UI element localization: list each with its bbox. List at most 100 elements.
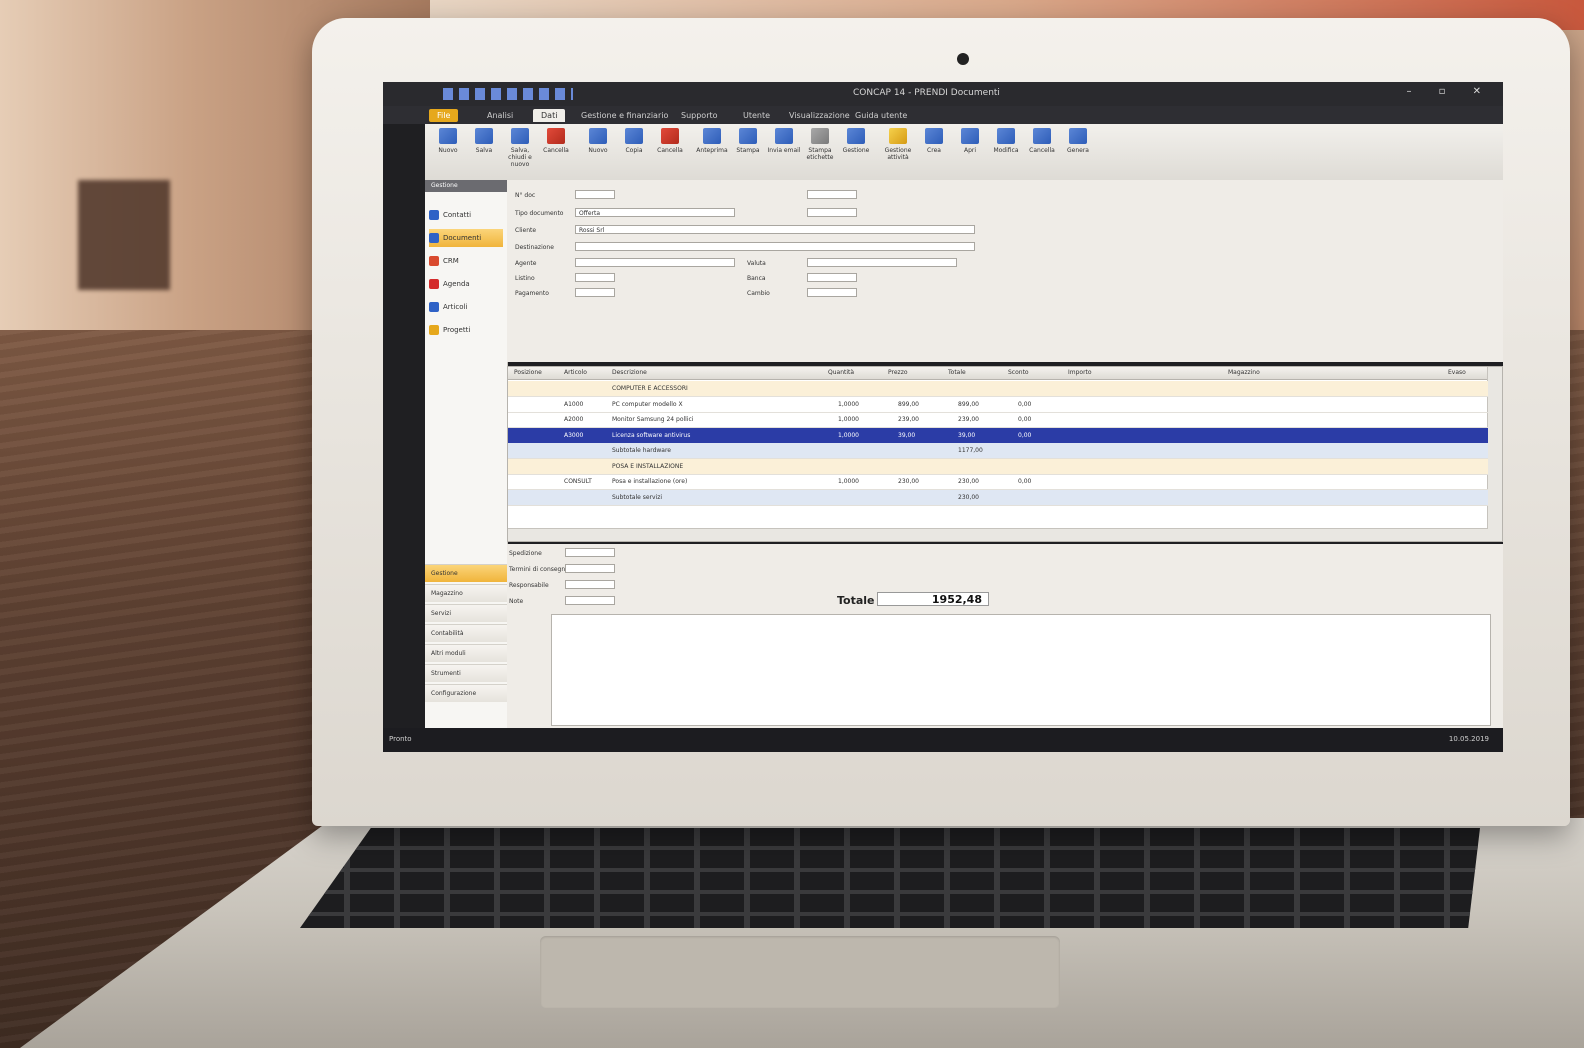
column-header[interactable]: Totale [948, 369, 966, 376]
ribbon-button-salva[interactable]: Salva [467, 128, 501, 154]
ribbon-button-copia[interactable]: Copia [617, 128, 651, 154]
tab-dati[interactable]: Dati [533, 109, 566, 122]
ribbon-button-anteprima[interactable]: Anteprima [695, 128, 729, 154]
form-field[interactable] [575, 190, 615, 199]
ribbon-button-modifica[interactable]: Modifica [989, 128, 1023, 154]
nav-section-gestione[interactable]: Gestione [425, 564, 507, 582]
column-header[interactable]: Evaso [1448, 369, 1466, 376]
column-header[interactable]: Articolo [564, 369, 587, 376]
tab-guida-utente[interactable]: Guida utente [847, 109, 915, 122]
form-field[interactable] [807, 288, 857, 297]
preview-icon [703, 128, 721, 144]
nav-item-crm[interactable]: CRM [429, 252, 503, 270]
ribbon-button-stampa[interactable]: Stampa [731, 128, 765, 154]
nav-item-articoli[interactable]: Articoli [429, 298, 503, 316]
ribbon-button-apri[interactable]: Apri [953, 128, 987, 154]
quick-access-toolbar[interactable] [443, 88, 573, 100]
tab-utente[interactable]: Utente [735, 109, 778, 122]
print-icon [739, 128, 757, 144]
form-field[interactable] [807, 208, 857, 217]
form-field[interactable]: Rossi Srl [575, 225, 975, 234]
nav-item-contatti[interactable]: Contatti [429, 206, 503, 224]
tab-file[interactable]: File [429, 109, 459, 122]
form-label: Valuta [747, 260, 766, 267]
form-field[interactable] [807, 273, 857, 282]
grid-horizontal-scrollbar[interactable] [508, 528, 1488, 541]
ribbon-button-stampa-etichette[interactable]: Stampa etichette [803, 128, 837, 161]
table-cell: 230,00 [958, 493, 979, 501]
nav-section-servizi[interactable]: Servizi [425, 604, 507, 622]
form-field[interactable] [575, 288, 615, 297]
nav-section-magazzino[interactable]: Magazzino [425, 584, 507, 602]
table-row[interactable]: A1000 PC computer modello X 1,0000 899,00 89… [508, 397, 1488, 413]
table-cell: A3000 [564, 431, 584, 439]
ribbon-button-invia-email[interactable]: Invia email [767, 128, 801, 154]
ribbon-button-cancella[interactable]: Cancella [1025, 128, 1059, 154]
save-icon [475, 128, 493, 144]
column-header[interactable]: Posizione [514, 369, 542, 376]
form-label: Pagamento [515, 290, 549, 297]
form-field[interactable] [575, 273, 615, 282]
ribbon-button-genera[interactable]: Genera [1061, 128, 1095, 154]
column-header[interactable]: Importo [1068, 369, 1092, 376]
column-header[interactable]: Magazzino [1228, 369, 1260, 376]
table-row[interactable]: Subtotale servizi 230,00 [508, 489, 1488, 506]
footer-field[interactable] [565, 564, 615, 573]
table-row[interactable]: A2000 Monitor Samsung 24 pollici 1,0000 239… [508, 412, 1488, 428]
nav-item-agenda[interactable]: Agenda [429, 275, 503, 293]
footer-field[interactable] [565, 580, 615, 589]
ribbon-button-label: Anteprima [696, 147, 728, 154]
notes-editor[interactable] [551, 614, 1491, 726]
window-controls[interactable]: – ▫ ✕ [1406, 86, 1493, 97]
nav-section-altri-moduli[interactable]: Altri moduli [425, 644, 507, 662]
ribbon-button-crea[interactable]: Crea [917, 128, 951, 154]
new-row-icon [589, 128, 607, 144]
background-object [78, 180, 170, 290]
table-cell: 1,0000 [838, 478, 859, 485]
ribbon-button-cancella[interactable]: Cancella [653, 128, 687, 154]
ribbon-button-gestione[interactable]: Gestione [839, 128, 873, 154]
form-field[interactable]: Offerta [575, 208, 735, 217]
grid-vertical-scrollbar[interactable] [1487, 367, 1502, 541]
form-field[interactable] [807, 258, 957, 267]
column-header[interactable]: Sconto [1008, 369, 1029, 376]
tab-analisi[interactable]: Analisi [479, 109, 521, 122]
table-row[interactable]: Subtotale hardware 1177,00 [508, 443, 1488, 459]
ribbon-button-gestione-attivit-[interactable]: Gestione attività [881, 128, 915, 161]
nav-item-progetti[interactable]: Progetti [429, 321, 503, 339]
table-row[interactable]: COMPUTER E ACCESSORI [508, 381, 1488, 397]
table-cell: 899,00 [958, 400, 979, 408]
window-title: CONCAP 14 - PRENDI Documenti [853, 88, 1000, 98]
tab-supporto[interactable]: Supporto [673, 109, 726, 122]
table-row[interactable]: POSA E INSTALLAZIONE [508, 458, 1488, 475]
ribbon-button-cancella[interactable]: Cancella [539, 128, 573, 154]
left-navigation: Gestione Contatti Documenti CRM Agenda Artic… [425, 180, 508, 728]
nav-label: Documenti [443, 234, 482, 242]
nav-section-contabilit-[interactable]: Contabilità [425, 624, 507, 642]
table-cell: 1,0000 [838, 400, 859, 408]
ribbon-button-salva-chiudi-e-nuovo[interactable]: Salva, chiudi e nuovo [503, 128, 537, 168]
table-row[interactable]: CONSULT Posa e installazione (ore) 1,0000 2… [508, 474, 1488, 490]
table-cell: 39,00 [898, 431, 916, 439]
form-field[interactable] [575, 258, 735, 267]
column-header[interactable]: Descrizione [612, 369, 647, 376]
cancel-icon [1033, 128, 1051, 144]
footer-field[interactable] [565, 548, 615, 557]
ribbon-button-nuovo[interactable]: Nuovo [581, 128, 615, 154]
table-cell: Posa e installazione (ore) [612, 478, 688, 485]
nav-section-strumenti[interactable]: Strumenti [425, 664, 507, 682]
nav-item-documenti[interactable]: Documenti [429, 229, 503, 247]
form-field[interactable] [575, 242, 975, 251]
table-row[interactable]: A3000 Licenza software antivirus 1,0000 39,… [508, 427, 1488, 444]
footer-label: Spedizione [509, 550, 542, 557]
column-header[interactable]: Prezzo [888, 369, 908, 376]
tab-gestione-e-finanziario[interactable]: Gestione e finanziario [573, 109, 676, 122]
footer-field[interactable] [565, 596, 615, 605]
form-label: Destinazione [515, 244, 554, 251]
column-header[interactable]: Quantità [828, 369, 854, 376]
table-cell: 239,00 [958, 416, 979, 423]
form-field[interactable] [807, 190, 857, 199]
nav-section-configurazione[interactable]: Configurazione [425, 684, 507, 702]
ribbon-button-nuovo[interactable]: Nuovo [431, 128, 465, 154]
status-bar: Pronto 10.05.2019 [383, 728, 1503, 752]
